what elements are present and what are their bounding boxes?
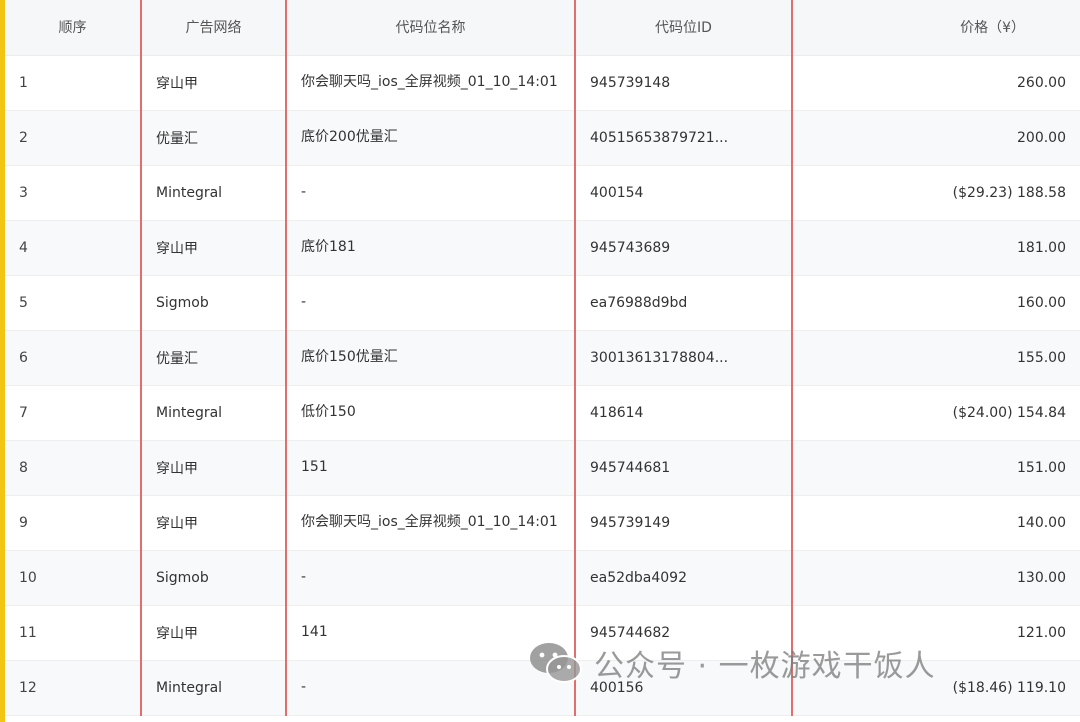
cell-seq: 1 (5, 55, 141, 111)
cell-unit-id: 945739149 (575, 495, 793, 551)
cell-network: 穿山甲 (140, 440, 287, 496)
cell-network: 穿山甲 (140, 495, 287, 551)
cell-seq: 8 (5, 440, 141, 496)
header-name[interactable]: 代码位名称 (286, 0, 576, 56)
cell-price: 155.00 (792, 330, 1080, 386)
cell-price: 260.00 (792, 55, 1080, 111)
cell-network: Mintegral (140, 385, 287, 441)
cell-unit-name: 底价181 (286, 220, 576, 276)
cell-network: Mintegral (140, 165, 287, 221)
cell-seq: 12 (5, 660, 141, 716)
watermark: 公众号 · 一枚游戏干饭人 (528, 640, 936, 686)
cell-unit-id: 40515653879721... (575, 110, 793, 166)
wechat-icon (530, 643, 582, 683)
cell-seq: 6 (5, 330, 141, 386)
table-row[interactable]: 1 穿山甲 你会聊天吗_ios_全屏视频_01_10_14:01 945739148 2… (5, 55, 1080, 111)
cell-seq: 5 (5, 275, 141, 331)
header-seq[interactable]: 顺序 (5, 0, 141, 56)
cell-price: 160.00 (792, 275, 1080, 331)
watermark-text: 公众号 · 一枚游戏干饭人 (594, 649, 936, 684)
cell-network: 优量汇 (140, 110, 287, 166)
header-network[interactable]: 广告网络 (140, 0, 287, 56)
table-row[interactable]: 4 穿山甲 底价181 945743689 181.00 (5, 220, 1080, 276)
table-row[interactable]: 7 Mintegral 低价150 418614 ($24.00) 154.84 (5, 385, 1080, 441)
table-row[interactable]: 3 Mintegral -400154 ($29.23) 188.58 (5, 165, 1080, 221)
table-row[interactable]: 5 Sigmob - ea76988d9bd 160.00 (5, 275, 1080, 331)
cell-network: Sigmob (140, 550, 287, 606)
cell-unit-id: ea76988d9bd (575, 275, 793, 331)
cell-unit-name: 你会聊天吗_ios_全屏视频_01_10_14:01 (286, 55, 576, 111)
table-row[interactable]: 2 优量汇 底价200优量汇 40515653879721... 200.00 (5, 110, 1080, 166)
cell-price: ($24.00) 154.84 (792, 385, 1080, 441)
cell-unit-id: 945743689 (575, 220, 793, 276)
cell-seq: 3 (5, 165, 141, 221)
table-row[interactable]: 10 Sigmob - ea52dba4092 130.00 (5, 550, 1080, 606)
cell-seq: 4 (5, 220, 141, 276)
cell-price: 200.00 (792, 110, 1080, 166)
table-row[interactable]: 8 穿山甲 151 945744681 151.00 (5, 440, 1080, 496)
cell-network: 优量汇 (140, 330, 287, 386)
cell-unit-id: 30013613178804... (575, 330, 793, 386)
cell-unit-id: ea52dba4092 (575, 550, 793, 606)
cell-unit-name: 低价150 (286, 385, 576, 441)
cell-unit-name: - (286, 165, 576, 221)
cell-unit-name: 底价200优量汇 (286, 110, 576, 166)
cell-network: 穿山甲 (140, 55, 287, 111)
cell-unit-id: 945739148 (575, 55, 793, 111)
cell-network: 穿山甲 (140, 605, 287, 661)
cell-unit-name: 你会聊天吗_ios_全屏视频_01_10_14:01 (286, 495, 576, 551)
cell-price: ($29.23) 188.58 (792, 165, 1080, 221)
cell-unit-name: 151 (286, 440, 576, 496)
cell-network: Mintegral (140, 660, 287, 716)
table-header-row: 顺序 广告网络 代码位名称 代码位ID 价格（¥） (5, 0, 1080, 56)
cell-network: Sigmob (140, 275, 287, 331)
cell-price: 151.00 (792, 440, 1080, 496)
cell-unit-id: 945744681 (575, 440, 793, 496)
cell-price: 130.00 (792, 550, 1080, 606)
ad-unit-table: 顺序 广告网络 代码位名称 代码位ID 价格（¥） 1 穿山甲 你会聊天吗_ios_… (5, 0, 1080, 716)
table-row[interactable]: 9 穿山甲 你会聊天吗_ios_全屏视频_01_10_14:01 945739149 1… (5, 495, 1080, 551)
header-price[interactable]: 价格（¥） (792, 0, 1080, 56)
cell-unit-name: - (286, 275, 576, 331)
table-row[interactable]: 6 优量汇 底价150优量汇 30013613178804... 155.00 (5, 330, 1080, 386)
cell-unit-name: - (286, 550, 576, 606)
cell-price: 181.00 (792, 220, 1080, 276)
cell-seq: 11 (5, 605, 141, 661)
cell-unit-name: 底价150优量汇 (286, 330, 576, 386)
cell-seq: 7 (5, 385, 141, 441)
cell-seq: 2 (5, 110, 141, 166)
cell-unit-id: 400154 (575, 165, 793, 221)
cell-seq: 9 (5, 495, 141, 551)
cell-network: 穿山甲 (140, 220, 287, 276)
cell-price: 140.00 (792, 495, 1080, 551)
cell-seq: 10 (5, 550, 141, 606)
header-id[interactable]: 代码位ID (575, 0, 793, 56)
cell-unit-id: 418614 (575, 385, 793, 441)
